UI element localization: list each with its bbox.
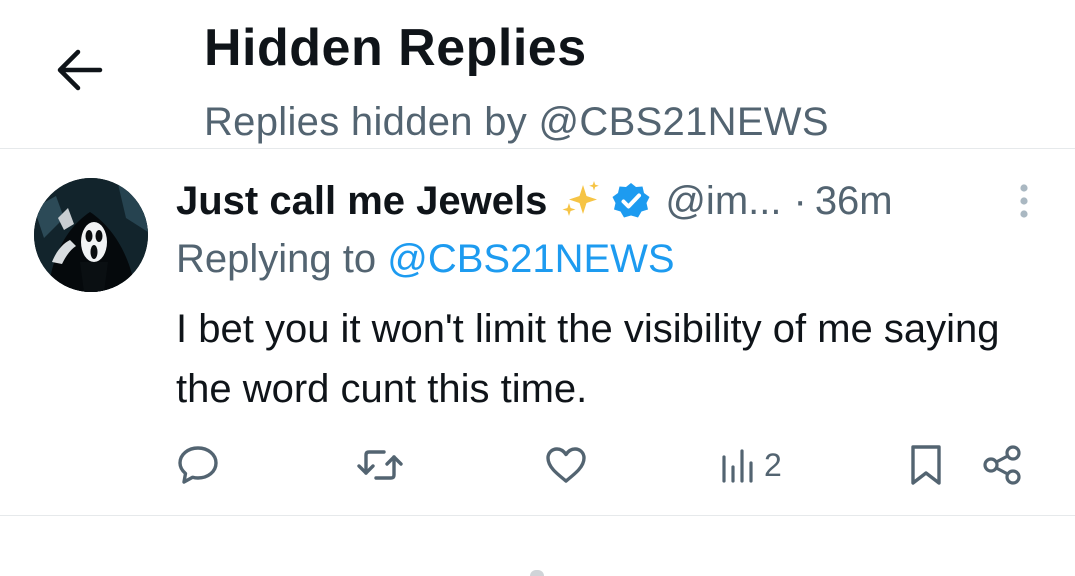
verified-badge-icon[interactable] [611,181,651,221]
like-button[interactable] [544,439,588,491]
page-title: Hidden Replies [204,19,587,77]
more-vertical-icon [1020,184,1028,218]
retweet-icon [357,450,403,480]
header: Hidden Replies Replies hidden by @CBS21N… [0,0,1075,148]
avatar-image [34,178,148,292]
timestamp[interactable]: 36m [815,179,893,224]
tweet-actions: 2 [0,439,1075,491]
heart-icon [546,447,586,483]
share-icon [983,445,1021,485]
replying-to: Replying to @CBS21NEWS [176,235,675,283]
reply-button[interactable] [176,439,220,491]
display-name[interactable]: Just call me Jewels [176,179,547,224]
separator-dot: · [793,178,807,223]
user-handle[interactable]: @im... [665,179,781,224]
tweet-text: I bet you it won't limit the visibility … [176,307,1000,411]
scroll-indicator [530,570,544,576]
page-subtitle: Replies hidden by @CBS21NEWS [204,100,829,144]
more-options-button[interactable] [1006,179,1042,223]
back-button[interactable] [48,40,108,100]
views-count: 2 [764,446,782,483]
share-button[interactable] [980,439,1024,491]
tweet-divider [0,515,1075,516]
sparkles-icon [559,179,603,223]
avatar[interactable] [34,178,148,292]
replying-to-label: Replying to [176,237,377,281]
replying-to-handle[interactable]: @CBS21NEWS [387,237,674,281]
bookmark-icon [911,445,941,485]
arrow-left-icon [57,49,103,91]
retweet-button[interactable] [356,439,404,491]
comment-icon [178,446,218,484]
views-icon [722,449,753,483]
bookmark-button[interactable] [904,439,948,491]
hidden-reply-tweet[interactable]: Just call me Jewels @im... · 36m Replyin… [0,149,1075,515]
tweet-header: Just call me Jewels @im... · 36m [176,175,893,227]
views-button[interactable]: 2 [718,439,782,491]
